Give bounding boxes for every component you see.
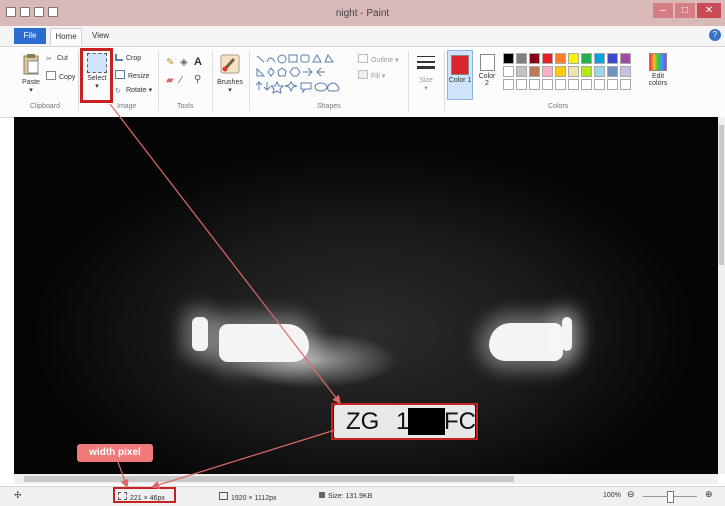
width-pixel-callout: width pixel	[77, 444, 153, 462]
annotation-arrows	[109, 103, 341, 489]
